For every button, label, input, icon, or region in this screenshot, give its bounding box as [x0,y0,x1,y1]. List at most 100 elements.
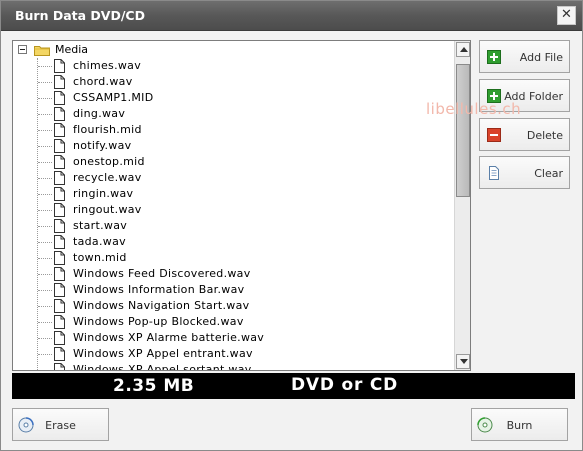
tree-file-item[interactable]: town.mid [13,250,453,266]
status-bar: 2.35 MB DVD or CD [12,373,575,399]
tree-file-item[interactable]: Windows XP Alarme batterie.wav [13,330,453,346]
file-icon [54,299,65,313]
tree-file-list: chimes.wav chord.wav CSSAMP1.MID ding.wav fl… [13,58,453,371]
tree-file-item[interactable]: Windows XP Appel sortant.wav [13,362,453,371]
file-icon [54,107,65,121]
delete-button[interactable]: Delete [479,118,570,151]
file-icon [54,155,65,169]
total-size-readout: 2.35 MB [113,376,195,396]
burn-dialog-window: Burn Data DVD/CD ✕ Media chimes.wav chord… [0,0,583,451]
tree-connector [38,82,52,83]
scroll-down-button[interactable] [456,354,470,369]
tree-connector [38,114,52,115]
media-type-readout: DVD or CD [291,375,399,395]
file-name: Windows XP Appel entrant.wav [73,347,253,360]
tree-connector [38,146,52,147]
file-icon [54,75,65,89]
file-name: Windows Pop-up Blocked.wav [73,315,244,328]
file-icon [54,91,65,105]
tree-connector [38,274,52,275]
tree-file-item[interactable]: recycle.wav [13,170,453,186]
file-icon [54,283,65,297]
tree-connector [38,370,52,371]
tree-connector [38,354,52,355]
tree-connector [38,130,52,131]
tree-file-item[interactable]: tada.wav [13,234,453,250]
file-name: Windows Information Bar.wav [73,283,245,296]
tree-file-item[interactable]: ding.wav [13,106,453,122]
tree-file-item[interactable]: flourish.mid [13,122,453,138]
tree-connector [38,178,52,179]
tree-connector [38,194,52,195]
clear-label: Clear [534,167,563,180]
tree-file-item[interactable]: ringout.wav [13,202,453,218]
tree-file-item[interactable]: Windows Navigation Start.wav [13,298,453,314]
collapse-expander-icon[interactable] [18,45,27,54]
scrollbar-thumb[interactable] [456,64,470,197]
title-bar[interactable]: Burn Data DVD/CD ✕ [1,1,582,31]
file-icon [54,187,65,201]
file-tree-panel[interactable]: Media chimes.wav chord.wav CSSAMP1.MID ding… [12,40,471,371]
add-file-label: Add File [519,51,563,64]
erase-button[interactable]: Erase [12,408,109,441]
tree-file-item[interactable]: chimes.wav [13,58,453,74]
arrow-down-icon [460,359,468,364]
file-icon [54,315,65,329]
delete-icon [487,128,501,142]
erase-label: Erase [45,419,76,432]
file-name: Windows Feed Discovered.wav [73,267,251,280]
file-name: Windows XP Alarme batterie.wav [73,331,265,344]
tree-connector [38,258,52,259]
tree-connector [38,98,52,99]
file-icon [54,251,65,265]
file-icon [54,363,65,370]
tree-file-item[interactable]: ringin.wav [13,186,453,202]
file-name: chord.wav [73,75,133,88]
tree-connector [38,322,52,323]
file-name: start.wav [73,219,128,232]
file-name: recycle.wav [73,171,142,184]
file-icon [54,267,65,281]
tree-file-item[interactable]: notify.wav [13,138,453,154]
vertical-scrollbar[interactable] [454,41,470,370]
file-icon [54,235,65,249]
tree-connector [38,226,52,227]
file-icon [54,171,65,185]
tree-file-item[interactable]: Windows Information Bar.wav [13,282,453,298]
scroll-up-button[interactable] [456,42,470,57]
close-button[interactable]: ✕ [557,6,576,25]
file-name: Windows Navigation Start.wav [73,299,250,312]
tree-file-item[interactable]: Windows Feed Discovered.wav [13,266,453,282]
file-icon [54,203,65,217]
tree-connector [38,66,52,67]
file-icon [54,331,65,345]
add-icon [487,50,501,64]
file-name: chimes.wav [73,59,142,72]
tree-file-item[interactable]: start.wav [13,218,453,234]
add-file-button[interactable]: Add File [479,40,570,73]
file-icon [54,219,65,233]
file-name: CSSAMP1.MID [73,91,154,104]
tree-file-item[interactable]: onestop.mid [13,154,453,170]
tree-connector [38,306,52,307]
file-icon [54,59,65,73]
file-icon [54,123,65,137]
tree-connector [38,242,52,243]
tree-file-item[interactable]: CSSAMP1.MID [13,90,453,106]
tree-file-item[interactable]: chord.wav [13,74,453,90]
file-name: ding.wav [73,107,126,120]
clear-button[interactable]: Clear [479,156,570,189]
file-name: ringout.wav [73,203,142,216]
tree-connector [38,210,52,211]
window-title: Burn Data DVD/CD [15,8,145,23]
burn-button[interactable]: Burn [471,408,568,441]
file-name: notify.wav [73,139,132,152]
tree-connector [38,290,52,291]
tree-root-label: Media [55,43,89,56]
file-name: town.mid [73,251,127,264]
tree-file-item[interactable]: Windows Pop-up Blocked.wav [13,314,453,330]
tree-root-media[interactable]: Media [17,42,447,58]
delete-label: Delete [526,129,563,142]
file-name: Windows XP Appel sortant.wav [73,363,252,371]
tree-file-item[interactable]: Windows XP Appel entrant.wav [13,346,453,362]
